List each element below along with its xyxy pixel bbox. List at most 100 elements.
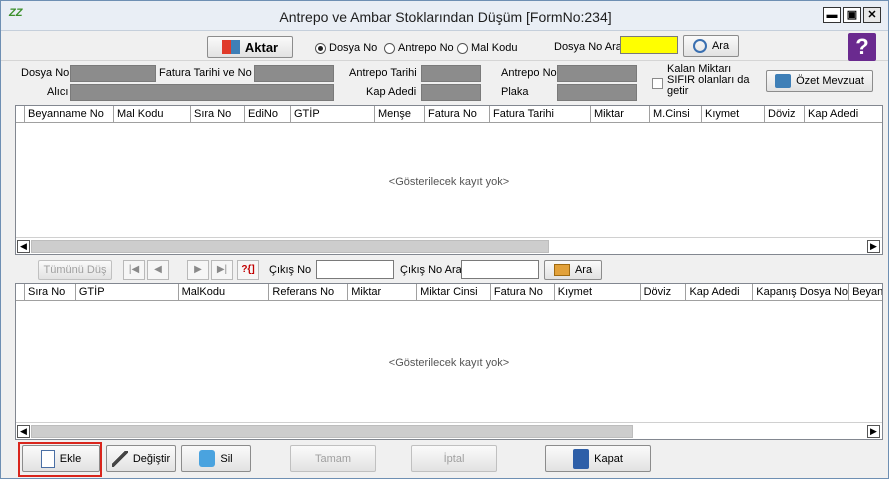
col-header[interactable]: Kıymet — [555, 284, 641, 301]
col-header[interactable]: Mal Kodu — [114, 106, 191, 123]
row-selector-header — [16, 106, 25, 123]
kap-adedi-label: Kap Adedi — [366, 86, 417, 98]
radio-mal-label: Mal Kodu — [471, 42, 518, 54]
radio-antrepo-no[interactable]: Antrepo No — [384, 42, 454, 54]
col-header[interactable]: Fatura No — [491, 284, 555, 301]
dosya-no-field — [70, 65, 156, 82]
edit-pen-icon — [111, 450, 128, 467]
close-button[interactable]: ✕ — [863, 7, 881, 23]
maximize-button[interactable]: ▣ — [843, 7, 861, 23]
empty-records-message: <Gösterilecek kayıt yok> — [388, 357, 510, 369]
dosya-no-search-input[interactable] — [620, 36, 678, 54]
focus-highlight — [18, 442, 102, 477]
iptal-button[interactable]: İptal — [411, 445, 497, 472]
horizontal-scrollbar[interactable]: ◀ ▶ — [16, 237, 882, 254]
tumunu-dus-button[interactable]: Tümünü Düş — [38, 260, 112, 280]
degistir-label: Değiştir — [132, 452, 171, 465]
navigation-bar: Tümünü Düş |◀ ◀ ▶ ▶| ?{] Çıkış No Çıkış … — [15, 257, 883, 281]
radio-dosya-label: Dosya No — [329, 42, 378, 54]
last-record-icon[interactable]: ▶| — [211, 260, 233, 280]
next-record-icon[interactable]: ▶ — [187, 260, 209, 280]
col-header[interactable]: Döviz — [641, 284, 687, 301]
cikis-no-label: Çıkış No — [269, 264, 312, 276]
cikis-ara-button[interactable]: Ara — [544, 260, 602, 280]
col-header[interactable]: Sıra No — [191, 106, 245, 123]
aktar-label: Aktar — [244, 39, 279, 55]
col-header[interactable]: Fatura Tarihi — [490, 106, 591, 123]
scroll-right-icon[interactable]: ▶ — [867, 240, 880, 253]
col-header[interactable]: Sıra No — [25, 284, 76, 301]
kap-adedi-field — [421, 84, 481, 101]
radio-unselected-icon — [457, 42, 468, 54]
radio-antrepo-label: Antrepo No — [398, 42, 454, 54]
col-header[interactable]: MalKodu — [179, 284, 270, 301]
tamam-button[interactable]: Tamam — [290, 445, 376, 472]
col-header[interactable]: Menşe — [375, 106, 425, 123]
col-header[interactable]: M.Cinsi — [650, 106, 702, 123]
scroll-left-icon[interactable]: ◀ — [17, 240, 30, 253]
summary-icon — [775, 74, 792, 88]
info-panel: Dosya No Fatura Tarihi ve No Antrepo Tar… — [15, 64, 883, 102]
col-header[interactable]: Beyan — [849, 284, 882, 301]
exit-door-icon — [573, 448, 590, 469]
col-header[interactable]: Miktar — [591, 106, 650, 123]
scroll-thumb[interactable] — [31, 425, 633, 438]
row-selector-header — [16, 284, 25, 301]
kapat-button[interactable]: Kapat — [545, 445, 651, 472]
col-header[interactable]: Miktar — [348, 284, 418, 301]
kalan-miktar-checkbox[interactable] — [652, 78, 663, 89]
col-header[interactable]: EdiNo — [245, 106, 291, 123]
col-header[interactable]: Referans No — [269, 284, 349, 301]
antrepo-tarihi-label: Antrepo Tarihi — [349, 67, 417, 79]
col-header[interactable]: Miktar Cinsi — [417, 284, 491, 301]
aktar-button[interactable]: Aktar — [207, 36, 293, 58]
col-header[interactable]: Kap Adedi — [686, 284, 754, 301]
beyanname-grid[interactable]: Beyanname No Mal Kodu Sıra No EdiNo GTİP… — [15, 105, 883, 255]
cikis-no-ara-label: Çıkış No Ara — [400, 264, 462, 276]
ara-button[interactable]: Ara — [683, 35, 739, 57]
col-header[interactable]: Kapanış Dosya No — [753, 284, 850, 301]
col-header[interactable]: Döviz — [765, 106, 805, 123]
col-header[interactable]: Beyanname No — [25, 106, 114, 123]
prev-record-icon[interactable]: ◀ — [147, 260, 169, 280]
first-record-icon[interactable]: |◀ — [123, 260, 145, 280]
cikis-no-ara-input[interactable] — [461, 260, 539, 279]
col-header[interactable]: GTİP — [76, 284, 179, 301]
cikis-grid-header: Sıra No GTİP MalKodu Referans No Miktar … — [16, 284, 882, 301]
col-header[interactable]: Kıymet — [702, 106, 765, 123]
special-nav-icon[interactable]: ?{] — [237, 260, 259, 280]
help-icon[interactable]: ? — [848, 33, 876, 61]
kalan-line2: SIFIR olanları da — [667, 74, 750, 86]
cikis-no-input[interactable] — [316, 260, 394, 279]
recycle-bin-icon — [199, 450, 216, 467]
alici-field — [70, 84, 334, 101]
search-folder-icon — [553, 264, 570, 276]
alici-label: Alıcı — [47, 86, 69, 98]
title-bar: ZZ Antrepo ve Ambar Stoklarından Düşüm [… — [1, 1, 888, 31]
scroll-left-icon[interactable]: ◀ — [17, 425, 30, 438]
ozet-mevzuat-button[interactable]: Özet Mevzuat — [766, 70, 873, 92]
cikis-grid[interactable]: Sıra No GTİP MalKodu Referans No Miktar … — [15, 283, 883, 440]
fatura-tarihi-field — [254, 65, 334, 82]
kalan-line1: Kalan Miktarı — [667, 63, 732, 75]
plaka-field — [557, 84, 637, 101]
col-header[interactable]: Fatura No — [425, 106, 490, 123]
plaka-label: Plaka — [501, 86, 529, 98]
scroll-right-icon[interactable]: ▶ — [867, 425, 880, 438]
sil-label: Sil — [220, 452, 233, 465]
radio-selected-icon — [315, 42, 326, 54]
radio-dosya-no[interactable]: Dosya No — [315, 42, 377, 54]
action-bar: Ekle Değiştir Sil Tamam İptal Kapat — [15, 442, 883, 475]
search-icon — [692, 39, 707, 53]
radio-mal-kodu[interactable]: Mal Kodu — [457, 42, 517, 54]
sil-button[interactable]: Sil — [181, 445, 251, 472]
antrepo-tarihi-field — [421, 65, 481, 82]
minimize-button[interactable]: ▬ — [823, 7, 841, 23]
kalan-line3: getir — [667, 85, 689, 97]
scroll-thumb[interactable] — [31, 240, 549, 253]
col-header[interactable]: Kap Adedi — [805, 106, 858, 123]
horizontal-scrollbar[interactable]: ◀ ▶ — [16, 422, 882, 439]
degistir-button[interactable]: Değiştir — [106, 445, 176, 472]
col-header[interactable]: GTİP — [291, 106, 375, 123]
empty-records-message: <Gösterilecek kayıt yok> — [388, 176, 510, 188]
